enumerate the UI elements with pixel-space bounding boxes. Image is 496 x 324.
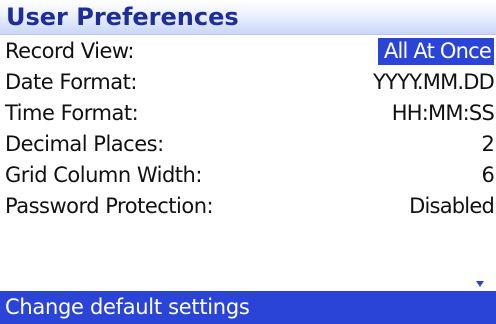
page-title: User Preferences xyxy=(6,3,239,31)
date-format-select[interactable]: YYYY.MM.DD xyxy=(373,67,495,98)
setting-label: Password Protection: xyxy=(5,194,214,218)
setting-row-decimal-places[interactable]: Decimal Places: 2 xyxy=(0,129,496,160)
time-format-select[interactable]: HH:MM:SS xyxy=(392,98,495,129)
preferences-screen: User Preferences Record View: All At Onc… xyxy=(0,0,496,324)
setting-label: Date Format: xyxy=(5,70,137,94)
record-view-select[interactable]: All At Once xyxy=(377,38,494,65)
setting-label: Record View: xyxy=(5,39,135,63)
settings-list: Record View: All At Once Date Format: YY… xyxy=(0,36,496,222)
setting-label: Grid Column Width: xyxy=(5,163,202,187)
setting-row-password-protection[interactable]: Password Protection: Disabled xyxy=(0,191,496,222)
status-bar: Change default settings xyxy=(0,291,496,324)
setting-label: Decimal Places: xyxy=(5,132,164,156)
title-bar: User Preferences xyxy=(0,0,496,35)
setting-label: Time Format: xyxy=(5,101,139,125)
decimal-places-select[interactable]: 2 xyxy=(481,129,494,160)
setting-row-date-format[interactable]: Date Format: YYYY.MM.DD xyxy=(0,67,496,98)
password-protection-select[interactable]: Disabled xyxy=(409,191,495,222)
grid-column-width-select[interactable]: 6 xyxy=(481,160,494,191)
status-text: Change default settings xyxy=(5,295,250,319)
setting-row-time-format[interactable]: Time Format: HH:MM:SS xyxy=(0,98,496,129)
setting-row-grid-column-width[interactable]: Grid Column Width: 6 xyxy=(0,160,496,191)
setting-row-record-view[interactable]: Record View: All At Once xyxy=(0,36,496,67)
chevron-down-icon[interactable] xyxy=(476,281,484,287)
